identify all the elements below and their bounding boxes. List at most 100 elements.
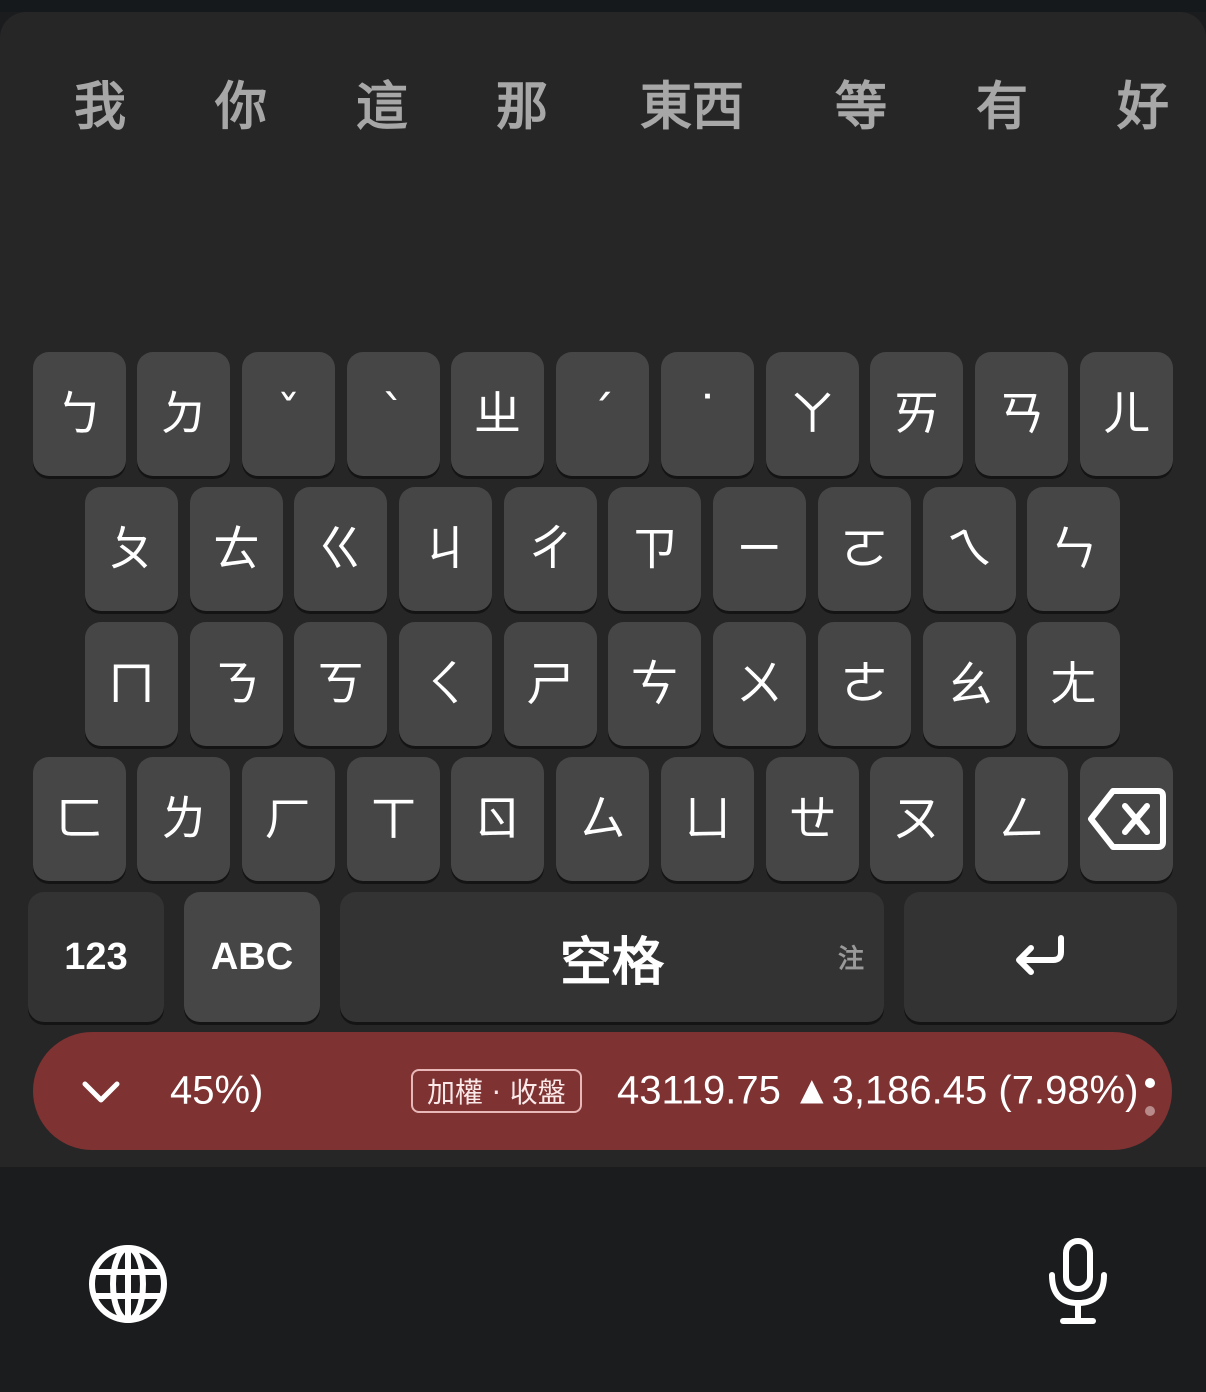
backspace-key[interactable] [1080, 757, 1173, 881]
key-de[interactable]: ㄉ [137, 352, 230, 476]
key-label: ˙ [695, 386, 720, 442]
key-e[interactable]: ㄜ [818, 622, 911, 746]
key-tone-3[interactable]: ˇ [242, 352, 335, 476]
key-ri[interactable]: ㄖ [451, 757, 544, 881]
candidate-item[interactable]: 有 [976, 65, 1028, 140]
key-label: ㄘ [630, 656, 679, 712]
key-label: ˋ [381, 386, 406, 442]
candidate-item[interactable]: 好 [1117, 65, 1169, 140]
key-tone-2[interactable]: ˊ [556, 352, 649, 476]
system-bottom-bar [0, 1167, 1206, 1392]
key-label: ㄋ [212, 656, 261, 712]
key-qi[interactable]: ㄑ [399, 622, 492, 746]
key-ei[interactable]: ㄟ [923, 487, 1016, 611]
key-label: ㄟ [945, 521, 994, 577]
key-label: ㄎ [316, 656, 365, 712]
key-label: ㄦ [1102, 386, 1151, 442]
key-label: ㄛ [840, 521, 889, 577]
key-po[interactable]: ㄆ [85, 487, 178, 611]
key-eh[interactable]: ㄝ [766, 757, 859, 881]
key-label: ㄉ [159, 386, 208, 442]
key-wu[interactable]: ㄨ [713, 622, 806, 746]
key-an[interactable]: ㄢ [975, 352, 1068, 476]
key-label: ㄊ [212, 521, 261, 577]
key-label: ㄣ [1049, 521, 1098, 577]
key-o[interactable]: ㄛ [818, 487, 911, 611]
key-label: ㄍ [316, 521, 365, 577]
key-xi[interactable]: ㄒ [347, 757, 440, 881]
key-tone-4[interactable]: ˋ [347, 352, 440, 476]
key-label: ㄇ [107, 656, 156, 712]
key-er[interactable]: ㄦ [1080, 352, 1173, 476]
key-eng[interactable]: ㄥ [975, 757, 1068, 881]
candidate-item[interactable]: 東西 [640, 65, 744, 140]
globe-icon[interactable] [86, 1242, 170, 1326]
key-label: ㄗ [630, 521, 679, 577]
numbers-key-label: 123 [64, 935, 128, 978]
key-label: ㄞ [892, 386, 941, 442]
candidate-item[interactable]: 你 [215, 65, 267, 140]
chevron-down-icon[interactable] [77, 1068, 125, 1116]
key-label: ㄏ [264, 791, 313, 847]
backspace-icon [1087, 788, 1166, 850]
numbers-key[interactable]: 123 [28, 892, 164, 1022]
key-ai[interactable]: ㄞ [870, 352, 963, 476]
key-ci[interactable]: ㄘ [608, 622, 701, 746]
return-icon [1015, 935, 1064, 975]
index-quote: 43119.75 ▲3,186.45 (7.98%) [617, 1068, 1139, 1113]
key-ou[interactable]: ㄡ [870, 757, 963, 881]
key-label: ㄨ [735, 656, 784, 712]
key-si[interactable]: ㄙ [556, 757, 649, 881]
key-label: ˇ [276, 386, 301, 442]
page-indicator [1145, 1078, 1155, 1124]
key-label: ㄕ [526, 656, 575, 712]
key-ke[interactable]: ㄎ [294, 622, 387, 746]
key-label: ㄅ [55, 386, 104, 442]
key-zi[interactable]: ㄗ [608, 487, 701, 611]
candidate-item[interactable]: 等 [835, 65, 887, 140]
return-key[interactable] [904, 892, 1177, 1022]
key-label: ㄈ [55, 791, 104, 847]
key-te[interactable]: ㄊ [190, 487, 283, 611]
stock-ticker-banner[interactable]: 45%) 加權 · 收盤 43119.75 ▲3,186.45 (7.98%) [33, 1032, 1172, 1150]
key-shi[interactable]: ㄕ [504, 622, 597, 746]
candidate-item[interactable]: 這 [356, 65, 408, 140]
key-le[interactable]: ㄌ [137, 757, 230, 881]
key-yi[interactable]: ㄧ [713, 487, 806, 611]
key-zhi[interactable]: ㄓ [451, 352, 544, 476]
microphone-icon[interactable] [1045, 1237, 1111, 1327]
key-a[interactable]: ㄚ [766, 352, 859, 476]
key-ao[interactable]: ㄠ [923, 622, 1016, 746]
candidate-bar: 我 你 這 那 東西 等 有 好 [0, 12, 1206, 192]
candidate-item[interactable]: 我 [74, 65, 126, 140]
key-ang[interactable]: ㄤ [1027, 622, 1120, 746]
key-label: ㄒ [369, 791, 418, 847]
key-label: ㄖ [473, 791, 522, 847]
key-en[interactable]: ㄣ [1027, 487, 1120, 611]
top-strip [0, 0, 1206, 12]
key-bo[interactable]: ㄅ [33, 352, 126, 476]
key-fo[interactable]: ㄈ [33, 757, 126, 881]
key-ji[interactable]: ㄐ [399, 487, 492, 611]
key-ne[interactable]: ㄋ [190, 622, 283, 746]
key-yu[interactable]: ㄩ [661, 757, 754, 881]
space-key-label: 空格 [559, 932, 664, 993]
key-label: ˊ [590, 386, 615, 442]
key-tone-neutral[interactable]: ˙ [661, 352, 754, 476]
key-label: ㄢ [997, 386, 1046, 442]
space-key[interactable]: 空格 注 [340, 892, 884, 1022]
key-label: ㄧ [735, 521, 784, 577]
key-label: ㄠ [945, 656, 994, 712]
key-he[interactable]: ㄏ [242, 757, 335, 881]
key-chi[interactable]: ㄔ [504, 487, 597, 611]
key-mo[interactable]: ㄇ [85, 622, 178, 746]
key-ge[interactable]: ㄍ [294, 487, 387, 611]
index-badge: 加權 · 收盤 [411, 1069, 582, 1113]
key-label: ㄜ [840, 656, 889, 712]
abc-key[interactable]: ABC [184, 892, 320, 1022]
key-label: ㄩ [683, 791, 732, 847]
key-label: ㄥ [997, 791, 1046, 847]
key-label: ㄔ [526, 521, 575, 577]
key-label: ㄓ [473, 386, 522, 442]
candidate-item[interactable]: 那 [496, 65, 548, 140]
